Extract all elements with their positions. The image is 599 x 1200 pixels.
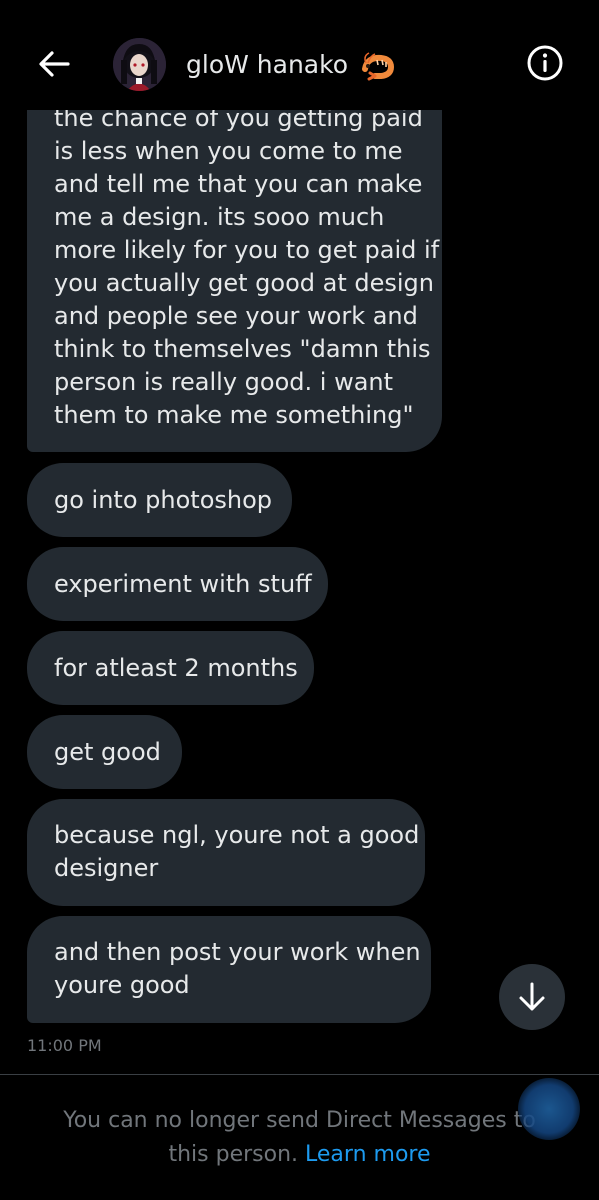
message-line: designer (54, 854, 159, 882)
message-line: you actually get good at design (54, 269, 434, 297)
dm-restriction-notice: You can no longer send Direct Messages t… (40, 1104, 559, 1172)
message-line: and people see your work and (54, 302, 418, 330)
shrimp-icon (361, 51, 395, 81)
conversation-header: gloW hanako (0, 0, 599, 110)
notice-text: You can no longer send Direct Messages t… (63, 1108, 536, 1167)
arrow-left-icon (39, 51, 70, 77)
contact-name[interactable]: gloW hanako (186, 50, 348, 80)
message-line: think to themselves "damn this (54, 335, 431, 363)
message-bubble[interactable]: for atleast 2 months (27, 631, 314, 705)
message-text: go into photoshop (54, 485, 273, 514)
message-bubble[interactable]: the chance of you getting paid is less w… (27, 90, 442, 452)
touch-indicator (518, 1078, 580, 1140)
message-bubble[interactable]: experiment with stuff (27, 547, 328, 621)
message-line: me a design. its sooo much (54, 203, 385, 231)
message-bubble[interactable]: and then post your work when youre good (27, 916, 431, 1023)
message-line: is less when you come to me (54, 137, 403, 165)
message-line: them to make me something" (54, 401, 414, 429)
info-circle-icon (527, 45, 563, 81)
info-button[interactable] (523, 41, 567, 85)
message-line: more likely for you to get paid if (54, 236, 440, 264)
message-text: get good (54, 737, 161, 766)
arrow-down-icon (519, 982, 545, 1011)
message-bubble[interactable]: because ngl, youre not a good designer (27, 799, 425, 906)
message-bubble[interactable]: get good (27, 715, 182, 789)
avatar-image (113, 38, 166, 91)
learn-more-link[interactable]: Learn more (305, 1142, 430, 1167)
message-line: youre good (54, 971, 190, 999)
message-text: for atleast 2 months (54, 653, 298, 682)
message-timestamp: 11:00 PM (27, 1036, 102, 1055)
message-bubble[interactable]: go into photoshop (27, 463, 292, 537)
message-text: experiment with stuff (54, 569, 312, 598)
avatar[interactable] (113, 38, 166, 91)
message-line: and tell me that you can make (54, 170, 423, 198)
scroll-to-bottom-button[interactable] (499, 964, 565, 1030)
message-line: because ngl, youre not a good (54, 821, 420, 849)
divider (0, 1074, 599, 1075)
back-button[interactable] (34, 44, 74, 84)
message-line: person is really good. i want (54, 368, 394, 396)
message-line: and then post your work when (54, 938, 421, 966)
